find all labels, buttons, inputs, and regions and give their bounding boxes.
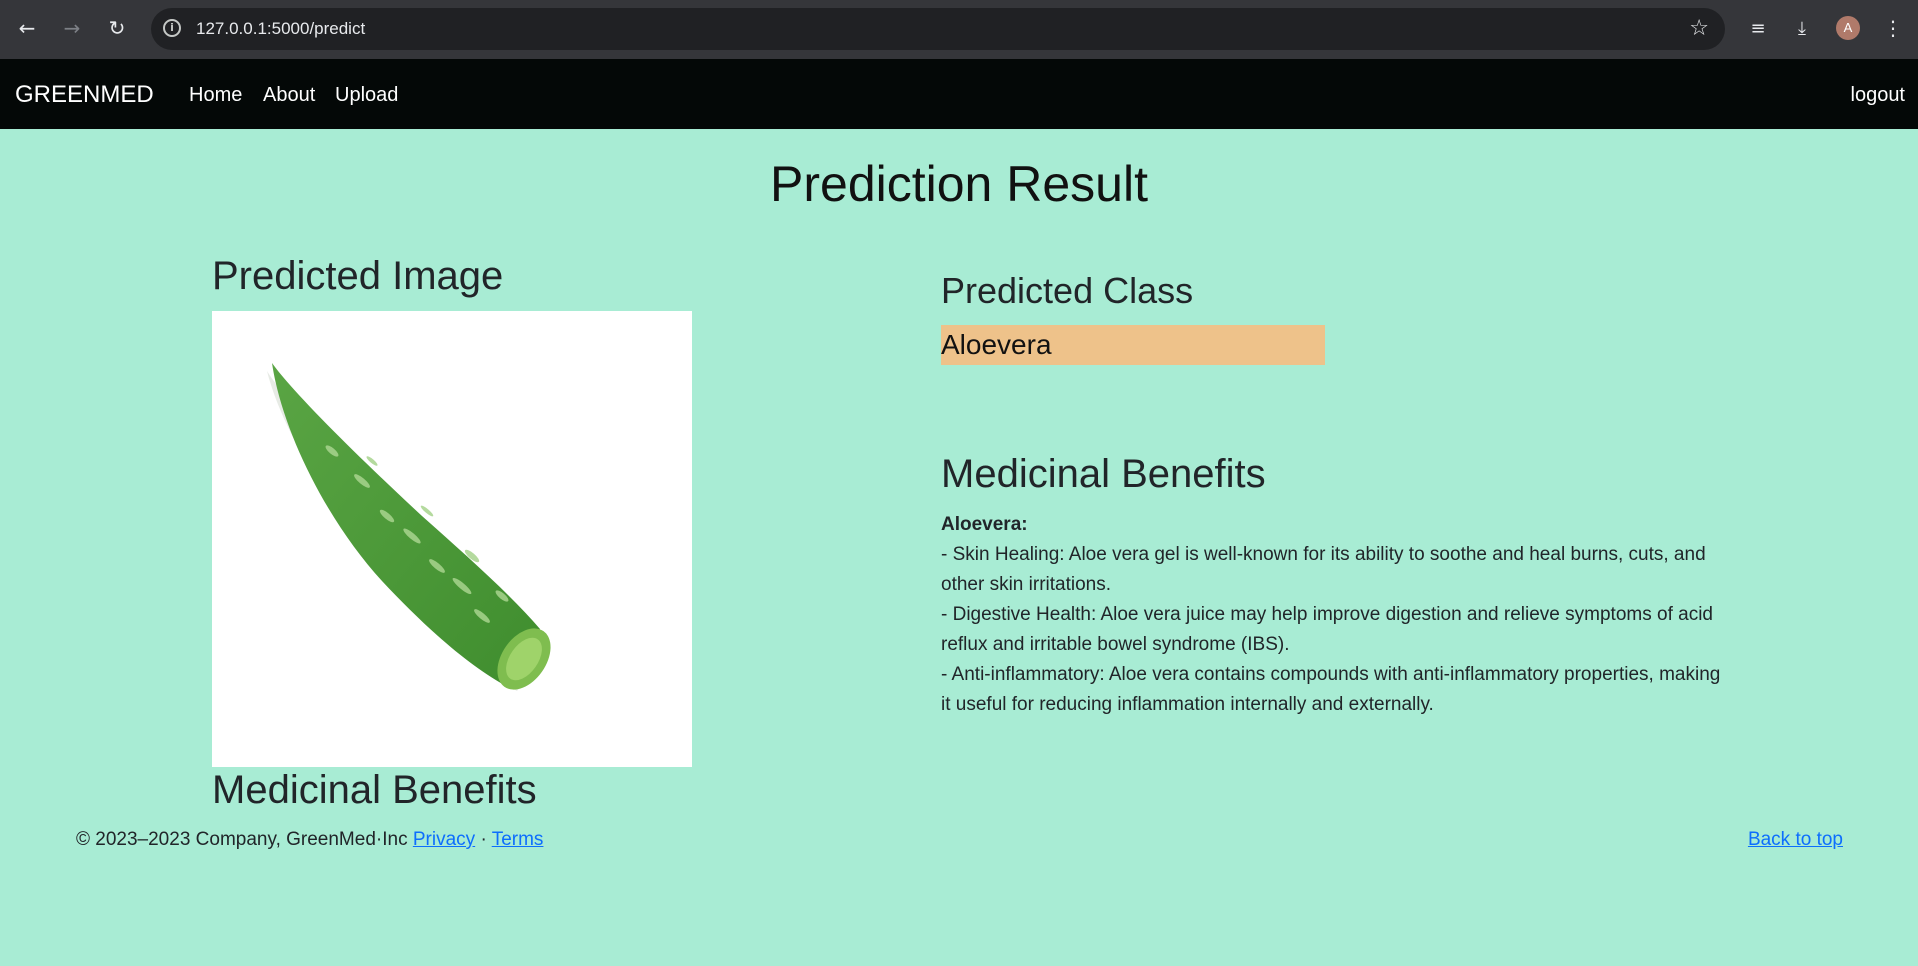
bookmark-star-icon[interactable]: ☆ (1689, 16, 1709, 41)
address-bar[interactable]: i 127.0.0.1:5000/predict ☆ (151, 8, 1725, 50)
copyright-text: © 2023–2023 Company, GreenMed·Inc (76, 829, 408, 850)
reading-list-icon[interactable]: ≡ (1743, 13, 1773, 43)
benefits-plant-name: Aloevera: (941, 514, 1028, 535)
forward-arrow-icon[interactable]: → (57, 13, 87, 43)
predicted-image (212, 311, 692, 767)
back-to-top-link[interactable]: Back to top (1748, 829, 1843, 851)
brand-logo[interactable]: GREENMED (15, 81, 154, 109)
reload-icon[interactable]: ↻ (102, 13, 132, 43)
url-text[interactable]: 127.0.0.1:5000/predict (196, 19, 365, 39)
nav-upload[interactable]: Upload (335, 84, 398, 107)
footer-copyright: © 2023–2023 Company, GreenMed·Inc Privac… (76, 829, 543, 851)
predicted-image-heading: Predicted Image (212, 254, 504, 298)
terms-link[interactable]: Terms (492, 829, 544, 850)
download-icon[interactable]: ⤓ (1787, 13, 1817, 43)
back-arrow-icon[interactable]: ← (12, 13, 42, 43)
predicted-class-badge: Aloevera (941, 325, 1325, 365)
benefit-item: - Skin Healing: Aloe vera gel is well-kn… (941, 544, 1706, 595)
site-navbar: GREENMED Home About Upload logout (0, 59, 1918, 129)
page-title: Prediction Result (770, 156, 1148, 212)
menu-kebab-icon[interactable]: ⋮ (1878, 13, 1908, 43)
benefit-item: - Anti-inflammatory: Aloe vera contains … (941, 664, 1721, 715)
nav-home[interactable]: Home (189, 84, 242, 107)
profile-avatar[interactable]: A (1836, 16, 1860, 40)
site-info-icon[interactable]: i (163, 19, 181, 37)
logout-link[interactable]: logout (1851, 84, 1906, 107)
privacy-link[interactable]: Privacy (413, 829, 475, 850)
benefits-heading: Medicinal Benefits (941, 452, 1266, 496)
benefits-text: Aloevera: - Skin Healing: Aloe vera gel … (941, 510, 1721, 720)
footer-separator: · (480, 829, 487, 850)
benefit-item: - Digestive Health: Aloe vera juice may … (941, 604, 1713, 655)
left-benefits-heading: Medicinal Benefits (212, 768, 537, 812)
aloe-leaf-image (267, 363, 551, 691)
nav-about[interactable]: About (263, 84, 315, 107)
predicted-class-heading: Predicted Class (941, 270, 1194, 311)
browser-toolbar: ← → ↻ i 127.0.0.1:5000/predict ☆ ≡ ⤓ A ⋮ (0, 0, 1918, 59)
